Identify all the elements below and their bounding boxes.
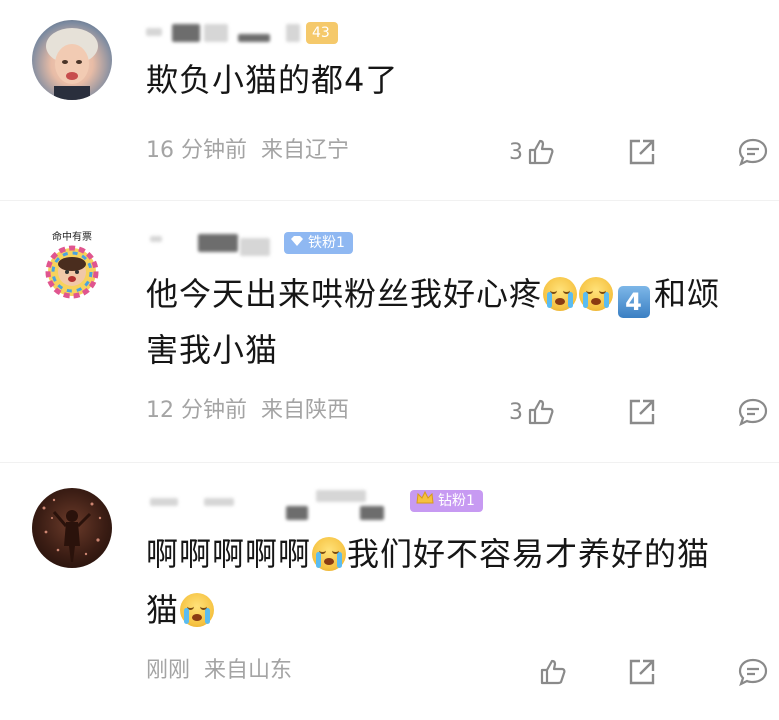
avatar[interactable] [32,20,112,100]
comment-icon [737,397,769,427]
badge-label: 43 [312,25,330,41]
comment-actions [479,652,779,692]
badge-label: 铁粉1 [308,235,345,251]
reply-button[interactable] [737,392,769,432]
diamond-icon [290,232,304,254]
crying-emoji-icon [543,277,578,311]
thumbs-up-icon [527,398,555,426]
share-icon [627,137,657,167]
comment-meta: 刚刚 来自山东 [146,656,306,686]
fan-level-badge: 铁粉1 [284,232,353,254]
location: 来自陕西 [261,398,350,423]
share-icon [627,657,657,687]
like-button[interactable]: 3 [509,392,555,432]
divider [0,462,779,463]
location: 来自辽宁 [261,138,350,163]
comment-actions: 3 [479,132,779,172]
timestamp: 16 分钟前 [146,138,247,163]
comment-text: 他今天出来哄粉丝我好心疼 4 和颂 害我小猫 [146,275,721,369]
keycap-digit: 4 [618,286,651,318]
reply-button[interactable] [737,652,769,692]
badge-label: 钻粉1 [438,493,475,509]
username[interactable] [146,18,386,48]
comment-icon [737,137,769,167]
location: 来自山东 [204,658,293,683]
username[interactable] [146,488,406,520]
comment-text: 啊啊啊啊啊 我们好不容易才养好的猫猫 [146,535,711,629]
crying-emoji-icon [312,537,347,571]
thumbs-up-icon [527,138,555,166]
comment-meta: 16 分钟前 来自辽宁 [146,136,363,166]
fan-level-badge: 钻粉1 [410,490,483,512]
timestamp: 12 分钟前 [146,398,247,423]
share-button[interactable] [627,652,657,692]
share-button[interactable] [627,132,657,172]
reply-button[interactable] [737,132,769,172]
comment-icon [737,657,769,687]
like-count: 3 [509,139,523,165]
crying-emoji-icon [180,593,215,627]
avatar[interactable]: 命中有票 [32,226,112,306]
like-button[interactable] [539,652,567,692]
fan-level-badge: 43 [306,22,338,44]
comment-actions: 3 [479,392,779,432]
comment-meta: 12 分钟前 来自陕西 [146,396,363,426]
like-count: 3 [509,399,523,425]
comment-text: 欺负小猫的都4了 [146,61,399,99]
share-button[interactable] [627,392,657,432]
avatar[interactable] [32,488,112,568]
pleading-emoji-icon [579,277,614,311]
avatar-caption: 命中有票 [52,230,92,243]
crown-icon [416,490,434,513]
timestamp: 刚刚 [146,658,191,683]
share-icon [627,397,657,427]
like-button[interactable]: 3 [509,132,555,172]
divider [0,200,779,201]
thumbs-up-icon [539,658,567,686]
